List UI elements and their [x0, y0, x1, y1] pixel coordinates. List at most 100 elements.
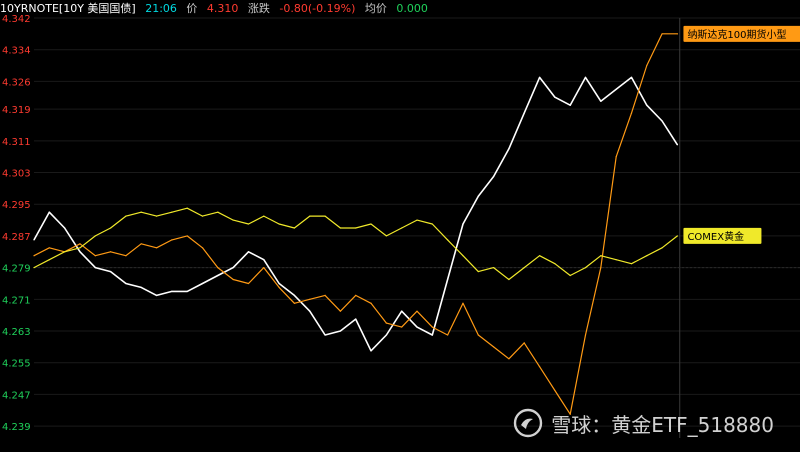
- data-point: [232, 267, 234, 269]
- data-point: [293, 294, 296, 296]
- series-line: [33, 76, 679, 352]
- data-point: [155, 247, 158, 249]
- series-callouts: 纳斯达克100期货小型 COMEX黄金: [683, 25, 800, 244]
- data-point: [355, 318, 357, 320]
- data-point: [186, 290, 188, 292]
- data-point: [538, 255, 541, 257]
- data-point: [33, 267, 35, 269]
- data-point: [615, 88, 617, 90]
- data-point: [171, 239, 173, 241]
- data-point: [676, 235, 679, 237]
- data-point: [554, 96, 556, 98]
- y-tick-label: 4.263: [2, 327, 31, 338]
- data-point: [263, 215, 265, 217]
- data-point: [324, 334, 326, 336]
- series-line: [33, 207, 678, 281]
- callout-label: COMEX黄金: [687, 230, 744, 243]
- data-point: [171, 211, 173, 213]
- data-point: [493, 267, 495, 269]
- data-point: [33, 239, 35, 241]
- data-point: [600, 267, 602, 269]
- y-tick-label: 4.342: [2, 14, 31, 25]
- data-point: [477, 270, 479, 273]
- data-point: [79, 251, 81, 253]
- data-point: [661, 33, 663, 35]
- data-point: [462, 223, 464, 225]
- data-point: [538, 76, 541, 79]
- data-point: [431, 326, 433, 328]
- data-point: [309, 310, 311, 312]
- data-point: [140, 211, 142, 213]
- data-point: [493, 346, 495, 348]
- data-point: [523, 112, 525, 114]
- y-tick-label: 4.319: [2, 105, 31, 116]
- data-point: [64, 227, 66, 229]
- data-point: [493, 175, 495, 178]
- data-point: [447, 334, 449, 336]
- data-point: [94, 255, 96, 257]
- data-point: [615, 259, 617, 261]
- data-point: [431, 223, 433, 225]
- data-point: [201, 215, 204, 217]
- data-point: [600, 255, 602, 257]
- data-point: [48, 247, 50, 249]
- data-point: [630, 76, 633, 79]
- y-tick-label: 4.311: [2, 137, 31, 148]
- y-tick-label: 4.271: [2, 295, 31, 306]
- data-point: [324, 294, 326, 296]
- data-point: [508, 148, 510, 150]
- data-point: [94, 235, 96, 237]
- data-point: [447, 239, 449, 241]
- data-point: [554, 389, 556, 392]
- data-point: [186, 235, 188, 237]
- data-point: [48, 211, 50, 213]
- data-point: [370, 302, 372, 304]
- data-point: [676, 33, 679, 35]
- data-point: [416, 310, 418, 312]
- y-axis: 4.342 4.334 4.326 4.319 4.311 4.303 4.295 4.287…: [2, 14, 31, 433]
- data-point: [630, 263, 633, 265]
- data-point: [278, 223, 280, 225]
- data-point: [370, 223, 372, 225]
- series-callout: COMEX黄金: [683, 227, 762, 244]
- data-point: [94, 267, 96, 269]
- data-point: [661, 120, 663, 122]
- data-point: [508, 358, 510, 360]
- data-point: [355, 227, 357, 229]
- data-point: [125, 215, 127, 217]
- data-point: [615, 156, 617, 158]
- data-point: [339, 310, 341, 312]
- watermark-text: 雪球：黄金ETF_518880: [551, 412, 774, 437]
- data-point: [584, 267, 587, 269]
- data-point: [263, 267, 265, 269]
- data-point: [462, 302, 464, 304]
- data-point: [293, 302, 296, 304]
- data-point: [110, 227, 112, 229]
- data-point: [584, 334, 587, 336]
- data-point: [477, 334, 479, 336]
- snowball-logo-icon: [514, 408, 543, 438]
- data-point: [201, 282, 204, 285]
- data-point: [401, 310, 403, 312]
- data-point: [247, 282, 250, 285]
- data-point: [140, 286, 142, 289]
- data-point: [600, 100, 602, 102]
- data-point: [232, 219, 234, 221]
- data-point: [110, 270, 112, 273]
- y-tick-label: 4.255: [2, 359, 31, 370]
- series-callout: 纳斯达克100期货小型: [683, 25, 800, 42]
- callout-label: 纳斯达克100期货小型: [687, 28, 786, 41]
- y-tick-label: 4.303: [2, 169, 31, 180]
- data-point: [355, 294, 357, 296]
- data-point: [140, 243, 142, 245]
- data-point: [508, 278, 510, 281]
- data-point: [263, 259, 265, 261]
- series-lines: [33, 33, 679, 415]
- data-point: [79, 243, 81, 245]
- y-tick-label: 4.279: [2, 264, 31, 275]
- data-point: [447, 278, 449, 281]
- data-point: [155, 294, 158, 296]
- data-point: [416, 326, 418, 328]
- data-point: [646, 255, 648, 257]
- data-point: [569, 104, 571, 106]
